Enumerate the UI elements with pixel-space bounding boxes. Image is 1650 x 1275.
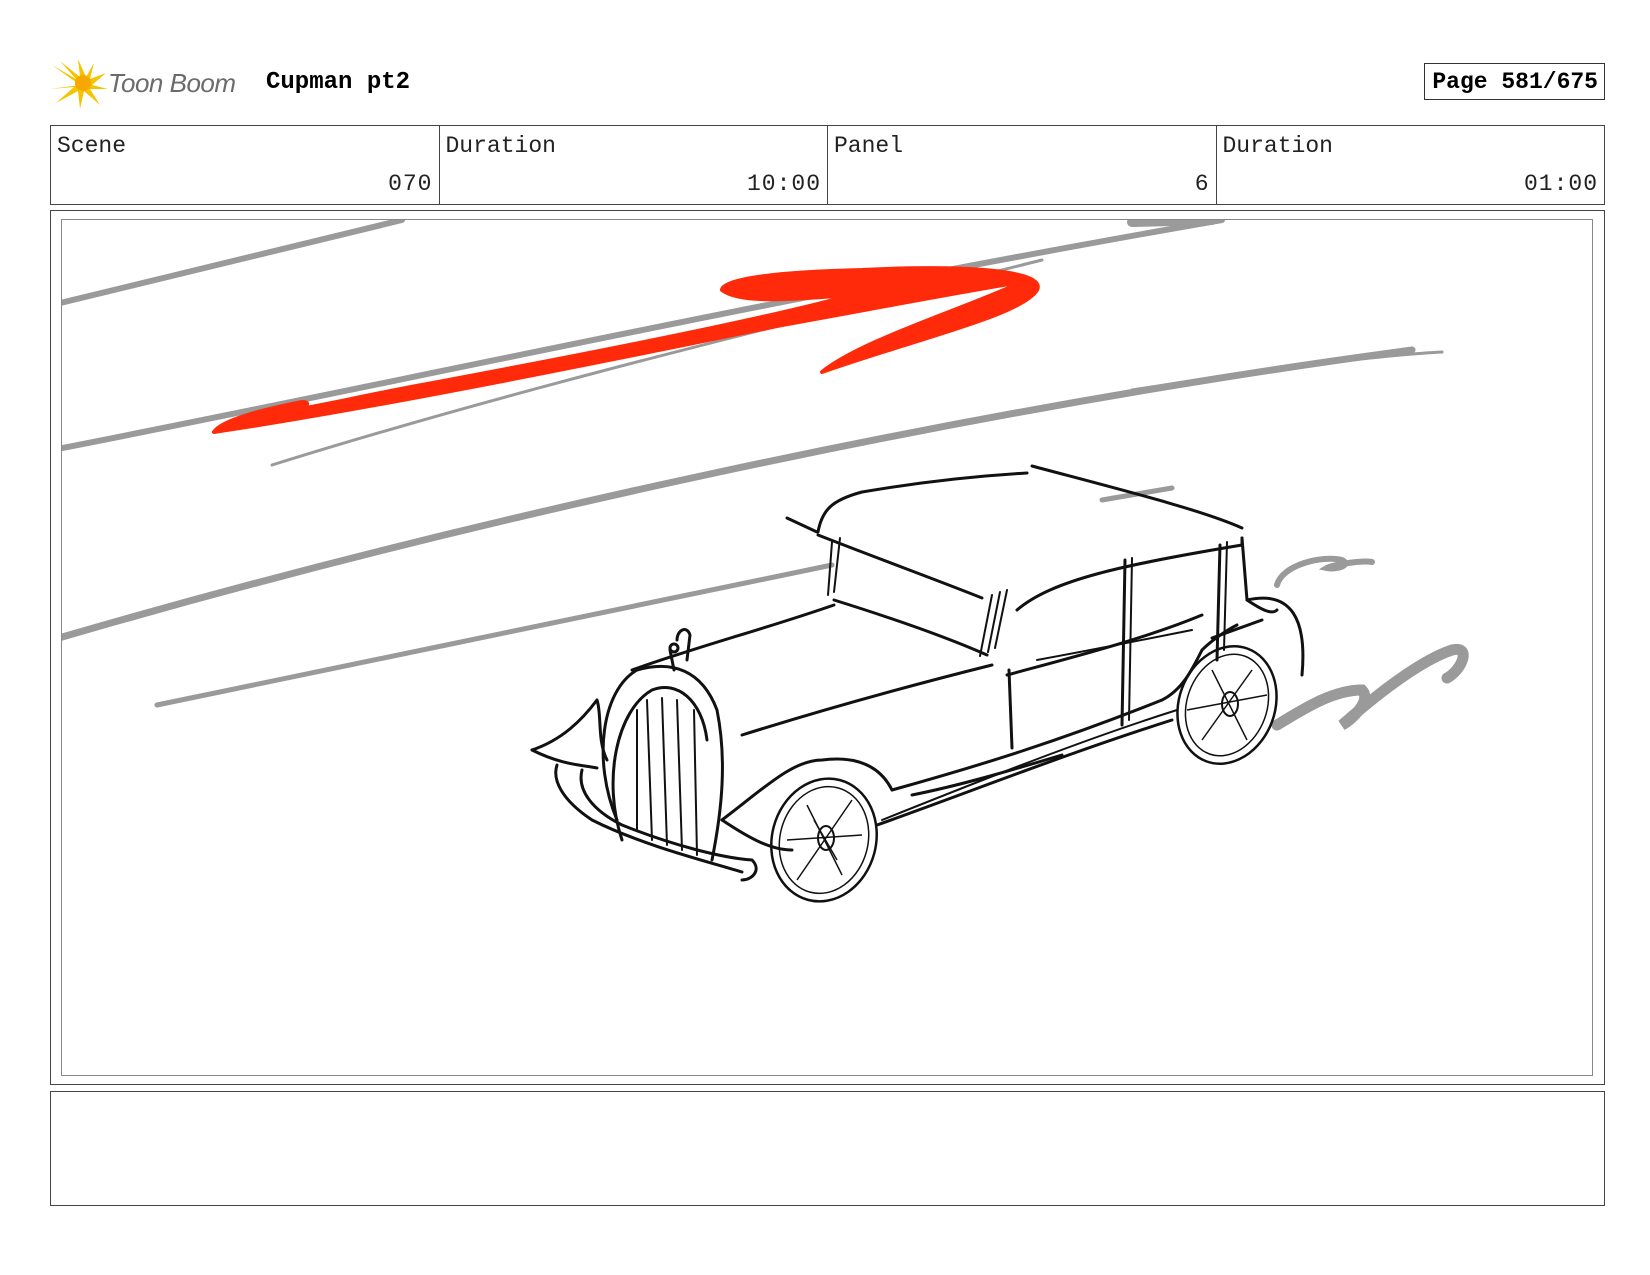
storyboard-panel-frame	[50, 210, 1605, 1085]
scene-cell: Scene 070	[51, 126, 440, 204]
front-wheel	[770, 777, 878, 903]
panel-cell: Panel 6	[828, 126, 1217, 204]
page-indicator: Page 581/675	[1424, 63, 1605, 100]
storyboard-drawing	[61, 219, 1593, 1076]
page-header: Toon Boom Cupman pt2 Page 581/675	[50, 55, 1605, 115]
scene-label: Scene	[57, 133, 127, 159]
panel-notes-box	[50, 1091, 1605, 1206]
panel-duration-label: Duration	[1222, 133, 1333, 159]
scene-duration-cell: Duration 10:00	[440, 126, 828, 204]
scene-value: 070	[388, 171, 433, 197]
panel-duration-cell: Duration 01:00	[1217, 126, 1605, 204]
project-title: Cupman pt2	[266, 69, 411, 96]
direction-arrow	[212, 266, 1040, 434]
panel-label: Panel	[834, 133, 904, 159]
toon-boom-logo: Toon Boom	[50, 59, 250, 111]
scene-info-table: Scene 070 Duration 10:00 Panel 6 Duratio…	[50, 125, 1605, 205]
car-body	[530, 464, 1305, 882]
scene-duration-label: Duration	[445, 133, 556, 159]
rear-wheel	[1176, 645, 1278, 765]
panel-duration-value: 01:00	[1523, 171, 1598, 197]
panel-value: 6	[1194, 171, 1210, 197]
toon-boom-star-icon	[50, 59, 108, 109]
scene-duration-value: 10:00	[746, 171, 821, 197]
logo-text: Toon Boom	[108, 68, 236, 98]
exhaust-puffs	[1271, 555, 1469, 731]
car-sketch-drawing	[62, 220, 1469, 903]
